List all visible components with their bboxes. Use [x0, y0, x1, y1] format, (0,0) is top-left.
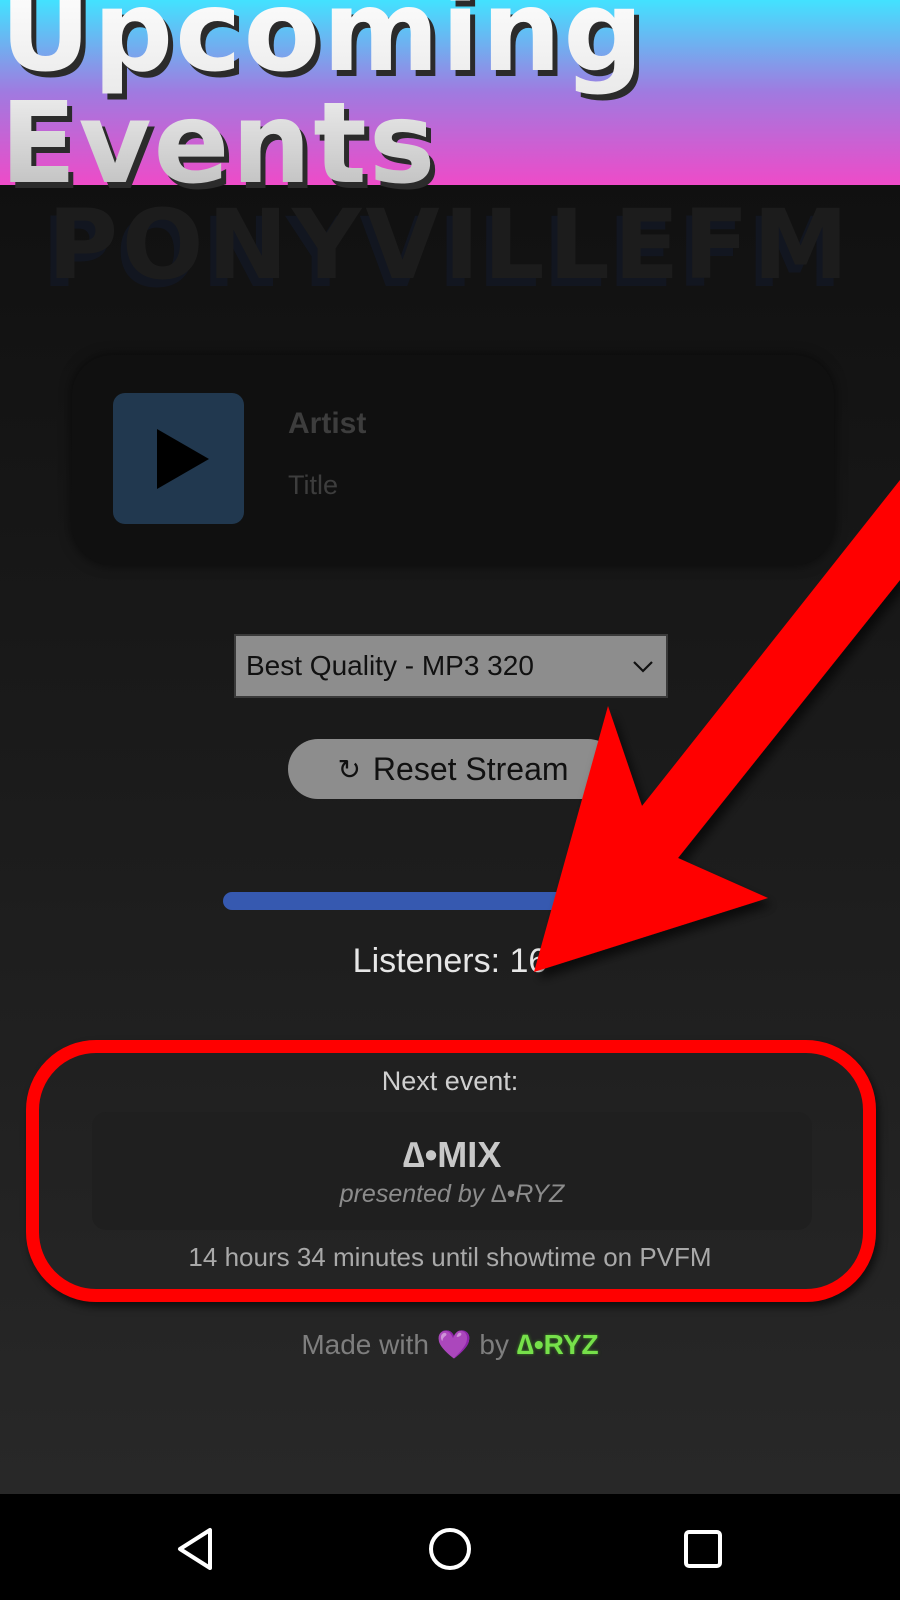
author-link[interactable]: ∆•RYZ [517, 1329, 599, 1360]
heart-icon: 💜 [436, 1329, 472, 1360]
footer-credit: Made with 💜 by ∆•RYZ [0, 1328, 900, 1361]
footer-by: by [479, 1329, 509, 1360]
recents-square-icon[interactable] [678, 1524, 728, 1574]
footer-prefix: Made with [301, 1329, 429, 1360]
annotation-arrow-icon [534, 480, 900, 972]
home-circle-icon[interactable] [425, 1524, 475, 1574]
android-nav-bar [0, 1494, 900, 1600]
back-triangle-icon[interactable] [172, 1524, 222, 1574]
annotation-highlight-box [26, 1040, 876, 1302]
